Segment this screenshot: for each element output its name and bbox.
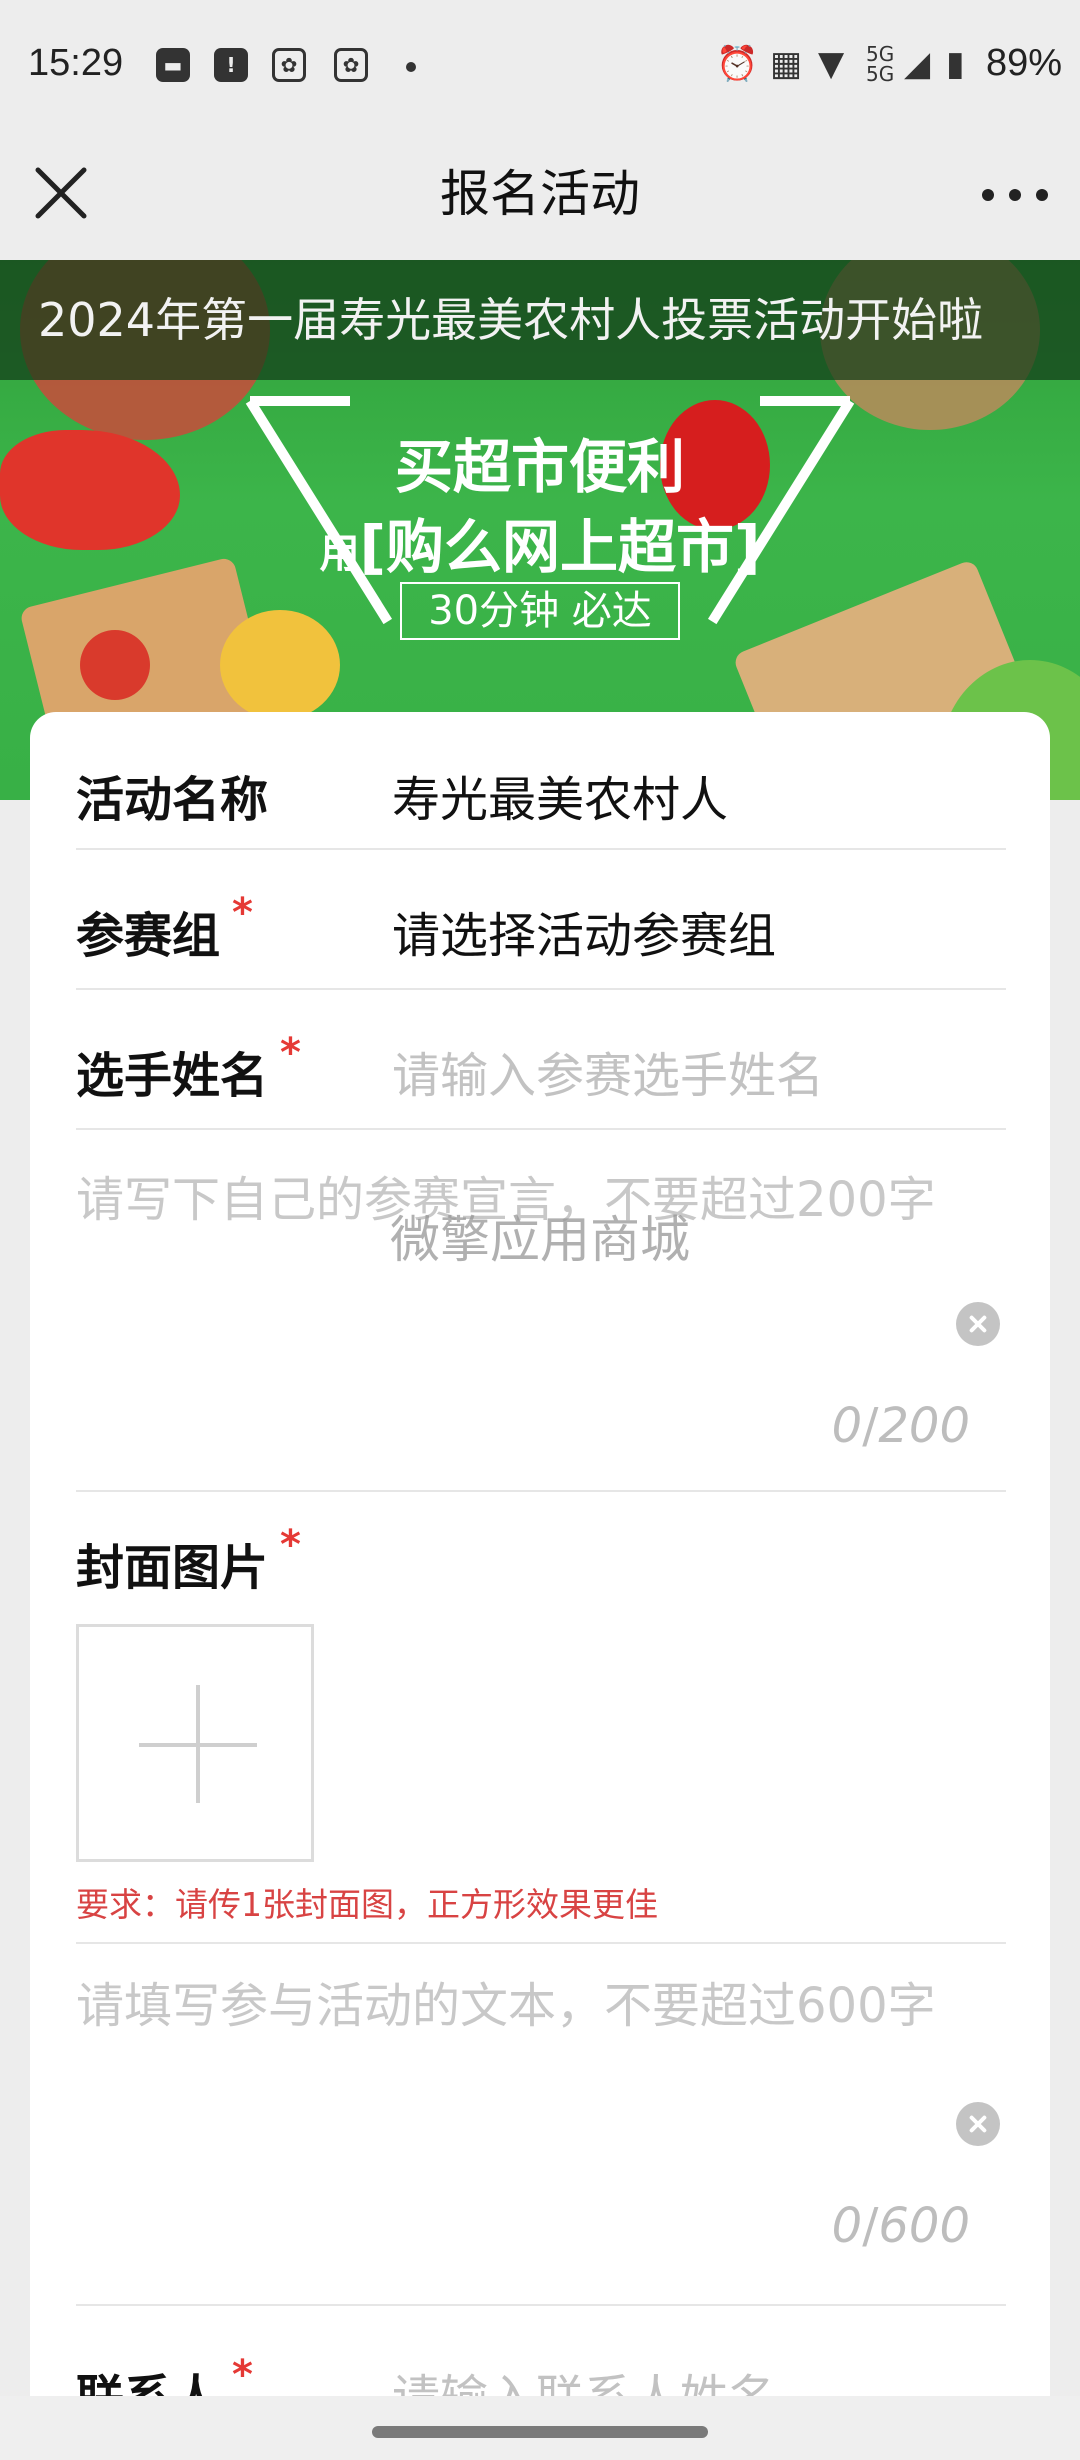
- pasta-image: [220, 610, 340, 720]
- group-row[interactable]: 参赛组 * 请选择活动参赛组: [76, 850, 1006, 990]
- banner-badge: 30分钟 必达: [400, 582, 680, 640]
- clear-icon[interactable]: [956, 1302, 1000, 1346]
- group-select[interactable]: 请选择活动参赛组: [392, 896, 776, 966]
- plus-icon: [196, 1685, 200, 1803]
- activity-name-value: 寿光最美农村人: [392, 772, 729, 828]
- required-mark: *: [280, 1522, 301, 1568]
- banner-sub-main: [购么网上超市]: [359, 513, 761, 581]
- triangle-decoration: [760, 396, 850, 406]
- player-name-label: 选手姓名: [76, 1048, 269, 1104]
- watermark: 微擎应用商城: [390, 1211, 690, 1269]
- nfc-icon: ▦: [770, 44, 803, 84]
- signal-icon: ◢: [904, 44, 931, 84]
- cover-hint: 要求：请传1张封面图，正方形效果更佳: [76, 1885, 658, 1924]
- home-handle[interactable]: [372, 2426, 708, 2438]
- status-time: 15:29: [28, 42, 124, 84]
- required-mark: *: [232, 2352, 253, 2398]
- alarm-icon: ⏰: [716, 44, 759, 84]
- battery-level: 89%: [985, 42, 1062, 84]
- required-mark: *: [280, 1030, 301, 1076]
- tomato-image: [80, 630, 150, 700]
- required-mark: *: [232, 890, 253, 936]
- banner-headline: 买超市便利: [394, 433, 685, 501]
- alert-icon: !: [214, 48, 248, 82]
- paw-app-icon: ✿: [334, 48, 368, 82]
- clear-icon[interactable]: [956, 2102, 1000, 2146]
- declaration-row[interactable]: 请写下自己的参赛宣言，不要超过200字 0/200: [76, 1130, 1006, 1492]
- notification-dot-icon: [406, 62, 416, 72]
- signup-form: 活动名称 寿光最美农村人 参赛组 * 请选择活动参赛组 选手姓名 * 请输入参赛选手…: [30, 712, 1050, 2460]
- gesture-nav-bar: [0, 2396, 1080, 2460]
- page-title: 报名活动: [440, 165, 640, 223]
- player-name-label-wrap: 选手姓名 *: [76, 1030, 301, 1106]
- text-textarea[interactable]: 请填写参与活动的文本，不要超过600字: [76, 1968, 976, 2044]
- player-name-row: 选手姓名 * 请输入参赛选手姓名: [76, 990, 1006, 1130]
- activity-name-row: 活动名称 寿光最美农村人: [76, 712, 1006, 850]
- group-label-wrap: 参赛组 *: [76, 890, 253, 966]
- more-icon[interactable]: [980, 162, 1050, 224]
- player-name-input[interactable]: 请输入参赛选手姓名: [392, 1036, 824, 1106]
- paw-app-icon: ✿: [272, 48, 306, 82]
- battery-icon: ▮: [946, 44, 965, 84]
- status-bar: 15:29 ▬ ! ✿ ✿ ⏰ ▦ ▼ 5G 5G ◢ ▮ 89%: [0, 0, 1080, 134]
- banner-subheadline: 用[购么网上超市]: [0, 500, 1080, 584]
- cover-label: 封面图片: [76, 1540, 269, 1596]
- cover-label-wrap: 封面图片 *: [76, 1522, 301, 1598]
- activity-name-label: 活动名称: [76, 772, 269, 828]
- text-counter: 0/600: [831, 2198, 970, 2254]
- group-label: 参赛组: [76, 908, 221, 964]
- triangle-decoration: [250, 396, 350, 406]
- text-row[interactable]: 请填写参与活动的文本，不要超过600字 0/600: [76, 1944, 1006, 2306]
- wifi-icon: ▼: [818, 44, 845, 84]
- declaration-counter: 0/200: [831, 1398, 970, 1454]
- cover-upload-button[interactable]: [76, 1624, 314, 1862]
- title-bar: 报名活动: [0, 134, 1080, 260]
- 5g-signal-icon: 5G 5G: [866, 42, 895, 86]
- banner-ticker: 2024年第一届寿光最美农村人投票活动开始啦: [0, 260, 1080, 380]
- message-icon: ▬: [156, 48, 190, 82]
- banner-sub-prefix: 用: [319, 531, 360, 577]
